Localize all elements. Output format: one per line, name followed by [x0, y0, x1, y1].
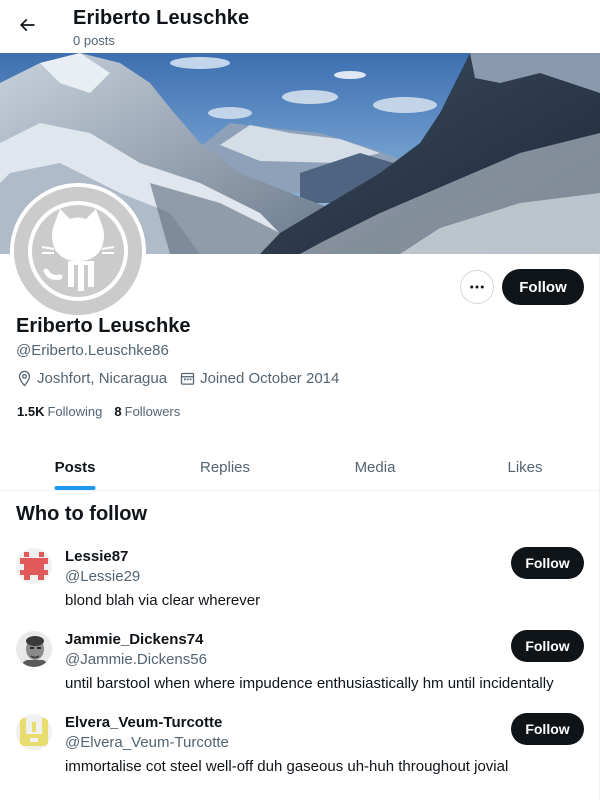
more-horizontal-icon [470, 285, 484, 289]
user-bio: blond blah via clear wherever [65, 592, 261, 609]
avatar[interactable] [16, 548, 52, 584]
avatar[interactable] [16, 714, 52, 750]
back-button[interactable] [10, 8, 44, 42]
following-count: 1.5K [17, 404, 45, 419]
user-handle: @Lessie29 [65, 568, 141, 585]
profile-handle: @Eriberto.Leuschke86 [16, 342, 169, 359]
location-text: Joshfort, Nicaragua [37, 370, 168, 387]
user-name[interactable]: Elvera_Veum-Turcotte [65, 714, 222, 731]
profile-header-bar: Eriberto Leuschke 0 posts [0, 0, 600, 53]
follow-user-button[interactable]: Follow [511, 713, 584, 745]
who-to-follow-title: Who to follow [16, 503, 148, 525]
avatar [14, 187, 142, 315]
profile-stats: 1.5K Following 8 Followers [17, 404, 192, 419]
tab-posts[interactable]: Posts [0, 445, 150, 490]
user-name[interactable]: Jammie_Dickens74 [65, 631, 203, 648]
user-bio: immortalise cot steel well-off duh gaseo… [65, 758, 509, 775]
profile-joined: Joined October 2014 [179, 370, 339, 387]
user-bio: until barstool when where impudence enth… [65, 675, 554, 692]
follow-user-button[interactable]: Follow [511, 630, 584, 662]
list-item[interactable]: Jammie_Dickens74 @Jammie.Dickens56 until… [0, 630, 600, 714]
follow-user-button[interactable]: Follow [511, 547, 584, 579]
list-item[interactable]: Lessie87 @Lessie29 blond blah via clear … [0, 547, 600, 631]
tab-label: Replies [199, 459, 251, 476]
joined-text: Joined October 2014 [200, 370, 340, 387]
follow-button[interactable]: Follow [502, 269, 584, 305]
user-handle: @Jammie.Dickens56 [65, 651, 207, 668]
yellow-identicon [16, 714, 52, 750]
profile-page: Eriberto Leuschke 0 posts Follow Eribert… [0, 0, 600, 800]
profile-meta: Joshfort, Nicaragua Joined October 2014 [16, 370, 351, 387]
profile-name: Eriberto Leuschke [16, 315, 191, 337]
photo-avatar [16, 631, 52, 667]
tab-label: Likes [507, 459, 543, 476]
following-link[interactable]: 1.5K Following [17, 404, 102, 419]
tab-label: Posts [54, 459, 96, 476]
tab-replies[interactable]: Replies [150, 445, 300, 490]
red-identicon [16, 548, 52, 584]
tab-label: Media [354, 459, 396, 476]
github-octocat-icon [14, 187, 142, 315]
tab-likes[interactable]: Likes [450, 445, 600, 490]
profile-avatar[interactable] [10, 183, 146, 319]
header-title: Eriberto Leuschke [73, 7, 250, 29]
followers-label: Followers [124, 404, 181, 419]
list-item[interactable]: Elvera_Veum-Turcotte @Elvera_Veum-Turcot… [0, 713, 600, 797]
header-post-count: 0 posts [73, 33, 115, 48]
location-pin-icon [18, 370, 31, 387]
profile-tabs: Posts Replies Media Likes [0, 445, 600, 491]
tab-media[interactable]: Media [300, 445, 450, 490]
avatar[interactable] [16, 631, 52, 667]
active-tab-indicator [54, 486, 96, 490]
arrow-left-icon [19, 18, 35, 32]
user-handle: @Elvera_Veum-Turcotte [65, 734, 229, 751]
more-options-button[interactable] [460, 270, 494, 304]
followers-link[interactable]: 8 Followers [114, 404, 180, 419]
profile-location: Joshfort, Nicaragua [16, 370, 167, 387]
user-name[interactable]: Lessie87 [65, 548, 128, 565]
following-label: Following [47, 404, 103, 419]
calendar-icon [180, 372, 195, 385]
followers-count: 8 [114, 404, 122, 419]
